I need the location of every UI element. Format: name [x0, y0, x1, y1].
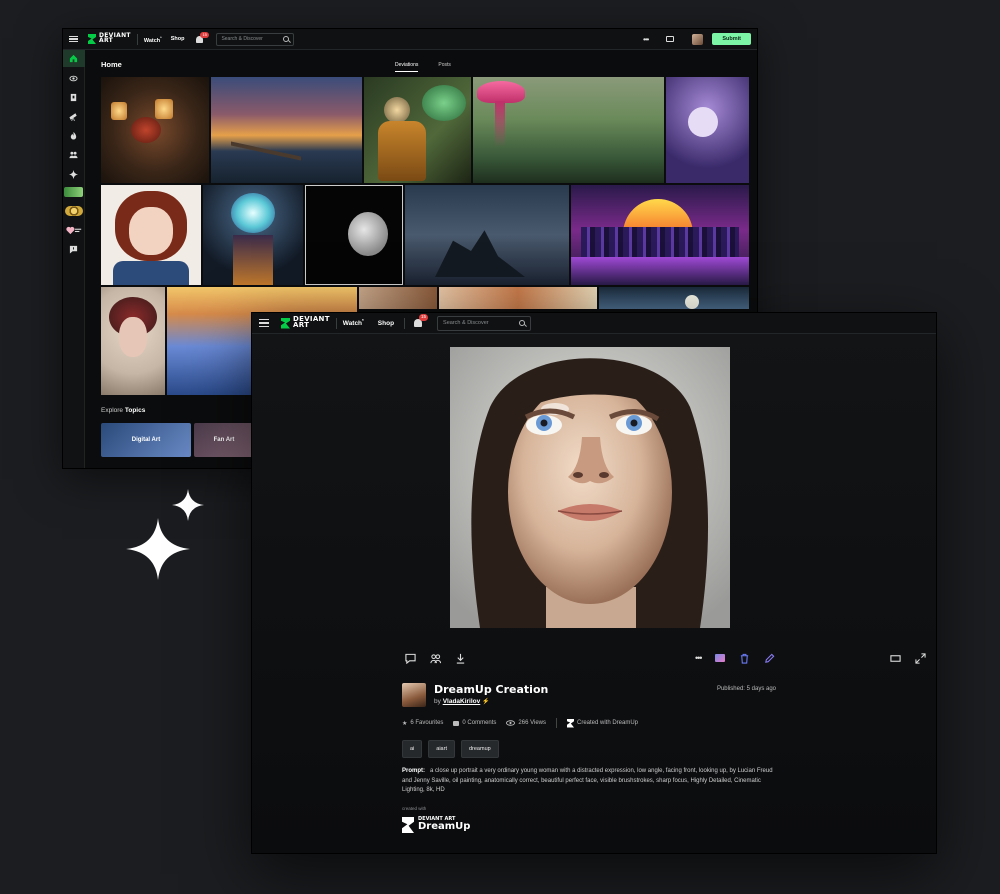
- fullscreen-icon[interactable]: [915, 652, 926, 664]
- tag-list: ai aiart dreamup: [402, 740, 499, 758]
- watch-link[interactable]: Watch*: [343, 318, 364, 327]
- stats-row: ★ 6 Favourites 0 Comments 266 Views Creat…: [402, 718, 638, 728]
- published-date: Published: 5 days ago: [716, 686, 776, 692]
- search-input[interactable]: Search & Discover: [437, 315, 532, 331]
- heart-icon[interactable]: [65, 226, 83, 235]
- dreamup-stat[interactable]: Created with DreamUp: [567, 718, 638, 728]
- prompt-text: Prompt: a close up portrait a very ordin…: [402, 768, 773, 793]
- search-icon[interactable]: [283, 36, 290, 42]
- deviation-window: DEVIANT ART Watch* Shop 15 Search & Disco…: [251, 312, 937, 854]
- edit-icon[interactable]: [764, 653, 775, 664]
- grid-thumbnail[interactable]: [211, 77, 362, 183]
- grid-thumbnail[interactable]: [571, 185, 749, 285]
- created-with-label: created with: [402, 806, 427, 811]
- grid-thumbnail[interactable]: [101, 185, 201, 285]
- theater-mode-icon[interactable]: [890, 653, 901, 664]
- watch-link[interactable]: Watch*: [144, 35, 162, 44]
- sparkle-icon: [172, 489, 204, 521]
- notification-badge: 15: [200, 31, 209, 38]
- tag[interactable]: dreamup: [460, 740, 499, 758]
- menu-icon[interactable]: [69, 35, 78, 43]
- top-bar: DEVIANT ART Watch* Shop 15 Search & Disco…: [252, 313, 936, 334]
- download-icon[interactable]: [455, 653, 466, 664]
- tab-posts[interactable]: Posts: [438, 62, 451, 72]
- byline: by VladaKirilov ⚡: [434, 698, 490, 705]
- search-icon[interactable]: [519, 320, 526, 326]
- more-icon[interactable]: •••: [695, 653, 703, 663]
- badge-icon[interactable]: [64, 187, 83, 197]
- logo-mark-icon: [88, 34, 96, 44]
- star-icon: ★: [402, 720, 408, 727]
- favourites-stat[interactable]: ★ 6 Favourites: [402, 720, 443, 727]
- flame-icon[interactable]: [69, 131, 78, 140]
- author-avatar[interactable]: [402, 683, 426, 707]
- shop-link[interactable]: Shop: [378, 320, 394, 327]
- telescope-icon[interactable]: [69, 112, 78, 121]
- feedback-icon[interactable]: [69, 245, 78, 254]
- submit-button[interactable]: Submit: [712, 33, 751, 45]
- grid-thumbnail[interactable]: [405, 185, 569, 285]
- sidebar: [63, 50, 85, 468]
- author-link[interactable]: VladaKirilov: [443, 698, 481, 705]
- deviation-title: DreamUp Creation: [434, 683, 549, 696]
- sparkle-icon: [126, 518, 190, 580]
- avatar[interactable]: [692, 33, 704, 45]
- deviation-image[interactable]: [450, 347, 730, 628]
- view-controls: [890, 651, 926, 665]
- eye-icon[interactable]: [69, 74, 78, 83]
- grid-thumbnail[interactable]: [101, 287, 165, 395]
- tag[interactable]: ai: [402, 740, 423, 758]
- core-badge-icon: ⚡: [482, 699, 490, 705]
- views-stat: 266 Views: [506, 720, 546, 726]
- explore-topics-heading: Explore Topics: [101, 407, 146, 414]
- actions-left: [405, 651, 466, 665]
- search-input[interactable]: Search & Discover: [216, 32, 295, 46]
- topic-fan-art[interactable]: Fan Art: [194, 423, 254, 457]
- dreamup-logo-icon: [402, 817, 414, 833]
- grid-thumbnail[interactable]: [305, 185, 403, 285]
- delete-icon[interactable]: [739, 653, 750, 664]
- tag[interactable]: aiart: [428, 740, 455, 758]
- eye-icon: [506, 720, 516, 726]
- chat-icon[interactable]: [666, 36, 675, 42]
- topic-digital-art[interactable]: Digital Art: [101, 423, 191, 457]
- image-gallery-icon[interactable]: [715, 654, 726, 662]
- logo-mark-icon: [281, 317, 290, 329]
- grid-thumbnail[interactable]: [439, 287, 597, 309]
- core-icon[interactable]: [65, 206, 83, 216]
- shop-link[interactable]: Shop: [171, 36, 185, 42]
- more-icon[interactable]: •••: [643, 35, 649, 44]
- notifications-icon[interactable]: 15: [195, 31, 209, 44]
- grid-thumbnail[interactable]: [599, 287, 749, 309]
- portrait-artwork: [450, 347, 730, 628]
- grid-thumbnail[interactable]: [473, 77, 664, 183]
- group-icon[interactable]: [69, 150, 78, 159]
- book-icon[interactable]: [69, 93, 78, 102]
- deviantart-logo[interactable]: DEVIANT ART: [88, 33, 131, 44]
- dreamup-icon: [567, 718, 574, 728]
- share-users-icon[interactable]: [430, 653, 441, 664]
- feed-tabs: Deviations Posts: [395, 62, 451, 72]
- dreamup-logo[interactable]: DEVIANT ART DreamUp: [402, 817, 470, 833]
- actions-right: •••: [695, 651, 775, 665]
- tab-deviations[interactable]: Deviations: [395, 62, 419, 72]
- grid-thumbnail[interactable]: [666, 77, 749, 183]
- grid-thumbnail[interactable]: [101, 77, 209, 183]
- grid-thumbnail[interactable]: [359, 287, 437, 309]
- page-title: Home: [101, 60, 122, 69]
- grid-thumbnail[interactable]: [364, 77, 471, 183]
- notifications-icon[interactable]: 15: [413, 314, 429, 328]
- top-bar: DEVIANT ART Watch* Shop 15 Search & Disco…: [63, 29, 757, 50]
- home-icon[interactable]: [69, 54, 78, 63]
- notification-badge: 15: [419, 314, 429, 321]
- comments-stat[interactable]: 0 Comments: [453, 720, 496, 726]
- deviantart-logo[interactable]: DEVIANT ART: [281, 316, 330, 329]
- grid-thumbnail[interactable]: [203, 185, 303, 285]
- sparkle-icon[interactable]: [69, 170, 78, 179]
- comment-icon[interactable]: [405, 653, 416, 664]
- comment-icon: [453, 720, 460, 726]
- menu-icon[interactable]: [259, 319, 269, 327]
